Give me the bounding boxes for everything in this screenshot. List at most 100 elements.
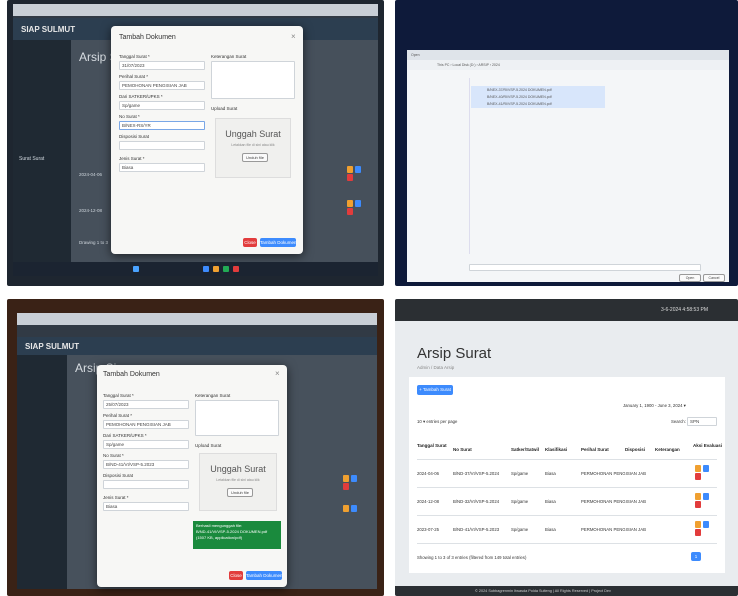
cell-no-surat: B/ND-37/VI/VSP-5.2024 xyxy=(453,471,500,476)
photo-bottom-right: 3-6-2024 4:58:53 PM Arsip Surat Admin / … xyxy=(395,299,738,596)
header-datetime: 3-6-2024 4:58:53 PM xyxy=(661,307,708,313)
nomor-input[interactable]: B/NEX-RS/YR xyxy=(119,121,205,130)
column-header[interactable]: Disposisi xyxy=(625,447,645,452)
cell-satker: Sp/game xyxy=(511,527,529,532)
edit-button[interactable] xyxy=(347,200,353,207)
disposisi-input[interactable] xyxy=(103,480,189,489)
app-brand: SIAP SULMUT xyxy=(21,25,76,34)
edit-button[interactable] xyxy=(347,166,353,173)
tanggal-input[interactable]: 25/07/2023 xyxy=(103,400,189,409)
upload-file-button[interactable]: Unduh file xyxy=(242,153,268,162)
add-surat-button[interactable]: + Tambah Surat xyxy=(417,385,453,395)
app-icon[interactable] xyxy=(233,266,239,272)
upload-dropzone[interactable]: Unggah Surat Letakkan file di sini atau … xyxy=(215,118,291,178)
dari-select[interactable]: Sp/game xyxy=(119,101,205,110)
delete-button[interactable] xyxy=(347,208,353,215)
tanggal-input[interactable]: 31/07/2023 xyxy=(119,61,205,70)
windows-icon[interactable] xyxy=(133,266,139,272)
close-icon[interactable]: × xyxy=(291,32,296,41)
view-button[interactable] xyxy=(351,505,357,512)
close-button[interactable]: Close xyxy=(243,238,257,247)
close-icon[interactable]: × xyxy=(275,369,280,378)
upload-title: Unggah Surat xyxy=(210,464,266,474)
edit-button[interactable] xyxy=(343,505,349,512)
app-header: 3-6-2024 4:58:53 PM xyxy=(395,299,738,321)
view-button[interactable] xyxy=(703,521,709,528)
save-button[interactable]: Tambah Dokumen xyxy=(246,571,283,580)
edit-button[interactable] xyxy=(695,493,701,500)
keterangan-textarea[interactable] xyxy=(211,61,295,99)
perihal-input[interactable]: PEMOHONAN PENGISIAN JAB xyxy=(119,81,205,90)
delete-button[interactable] xyxy=(695,473,701,480)
date-range-picker[interactable]: January 1, 1900 - June 3, 2024 ▾ xyxy=(623,403,686,409)
upload-subtitle: Letakkan file di sini atau klik xyxy=(231,143,275,147)
entries-per-page[interactable]: 10 ▾ entries per page xyxy=(417,419,457,425)
upload-dropzone[interactable]: Unggah Surat Letakkan file di sini atau … xyxy=(199,453,277,511)
column-header[interactable]: Perihal Surat xyxy=(581,447,609,452)
cell-perihal: PERMOHONAN PENGISIAN JAB xyxy=(581,527,646,532)
search-input[interactable]: SPN xyxy=(687,417,717,426)
dari-label: Dari SATKER/UPKS * xyxy=(119,94,163,99)
table-row-date: 2024-12-08 xyxy=(79,208,103,213)
view-button[interactable] xyxy=(355,200,361,207)
file-item[interactable]: B/NEX-41/RI/VSP-5.2024 DOKUMEN.pdf xyxy=(487,102,552,106)
view-button[interactable] xyxy=(355,166,361,173)
delete-button[interactable] xyxy=(347,174,353,181)
open-button[interactable]: Open xyxy=(679,274,701,282)
upload-success-toast: Berhasil mengunggah file: B/ND-41/VI/VSP… xyxy=(193,521,281,549)
edit-button[interactable] xyxy=(343,475,349,482)
close-button[interactable]: Close xyxy=(229,571,243,580)
archive-table-card: + Tambah Surat January 1, 1900 - June 3,… xyxy=(409,377,725,573)
row-divider xyxy=(417,543,717,544)
nomor-label: No Surat * xyxy=(119,114,140,119)
perihal-input[interactable]: PEMOHONAN PENGISIAN JAB xyxy=(103,420,189,429)
app-brand: SIAP SULMUT xyxy=(25,342,80,351)
delete-button[interactable] xyxy=(343,483,349,490)
view-button[interactable] xyxy=(351,475,357,482)
delete-button[interactable] xyxy=(695,529,701,536)
column-header[interactable]: Tanggal Surat xyxy=(417,443,447,448)
app-icon[interactable] xyxy=(213,266,219,272)
dari-select[interactable]: Sp/game xyxy=(103,440,189,449)
edit-button[interactable] xyxy=(695,465,701,472)
file-item[interactable]: B/NEX-40/RI/VSP-5.2024 DOKUMEN.pdf xyxy=(487,95,552,99)
save-button[interactable]: Tambah Dokumen xyxy=(260,238,297,247)
jenis-select[interactable]: Biasa xyxy=(119,163,205,172)
photo-top-right: Open This PC › Local Disk (D:) › ARSIP ›… xyxy=(395,0,738,286)
jenis-select[interactable]: Biasa xyxy=(103,502,189,511)
edit-button[interactable] xyxy=(695,521,701,528)
dialog-title: Tambah Dokumen xyxy=(119,34,176,41)
keterangan-textarea[interactable] xyxy=(195,400,279,436)
window-title: Open xyxy=(411,53,420,57)
nomor-input[interactable]: B/ND-41/VI/VSP-5.2023 xyxy=(103,460,189,469)
app-sidebar: Surat Surat xyxy=(13,40,71,262)
column-header[interactable]: Aksi Evaluasi xyxy=(693,443,722,448)
copyright-text: © 2024 Subbagrenmin Itwasda Polda Sulten… xyxy=(475,589,611,593)
disposisi-input[interactable] xyxy=(119,141,205,150)
cancel-button[interactable]: Cancel xyxy=(703,274,725,282)
cell-satker: Sp/game xyxy=(511,499,529,504)
column-header[interactable]: No Surat xyxy=(453,447,472,452)
filename-field[interactable] xyxy=(469,264,701,271)
perihal-label: Perihal Surat * xyxy=(119,74,149,79)
app-icon[interactable] xyxy=(223,266,229,272)
dialog-title: Tambah Dokumen xyxy=(103,371,160,378)
upload-file-button[interactable]: Unduh file xyxy=(227,488,253,497)
view-button[interactable] xyxy=(703,465,709,472)
upload-title: Unggah Surat xyxy=(225,129,281,139)
sidebar-item-surat[interactable]: Surat Surat xyxy=(19,156,44,162)
photo-top-left: SIAP SULMUT Surat Surat Arsip Su 2024-04… xyxy=(7,0,384,286)
column-header[interactable]: Satker/Satwil xyxy=(511,447,539,452)
view-button[interactable] xyxy=(703,493,709,500)
cell-perihal: PERMOHONAN PENGISIAN JAB xyxy=(581,499,646,504)
search-label: Search: xyxy=(671,419,686,424)
file-item[interactable]: B/NEX-37/RI/VSP-5.2024 DOKUMEN.pdf xyxy=(487,88,552,92)
delete-button[interactable] xyxy=(695,501,701,508)
column-header[interactable]: Klasifikasi xyxy=(545,447,567,452)
browser-icon[interactable] xyxy=(203,266,209,272)
cell-perihal: PERMOHONAN PENGISIAN JAB xyxy=(581,471,646,476)
app-sidebar xyxy=(17,355,67,589)
pagination-current[interactable]: 1 xyxy=(691,552,701,561)
column-header[interactable]: Keterangan xyxy=(655,447,680,452)
browser-tab-bar xyxy=(17,313,377,325)
